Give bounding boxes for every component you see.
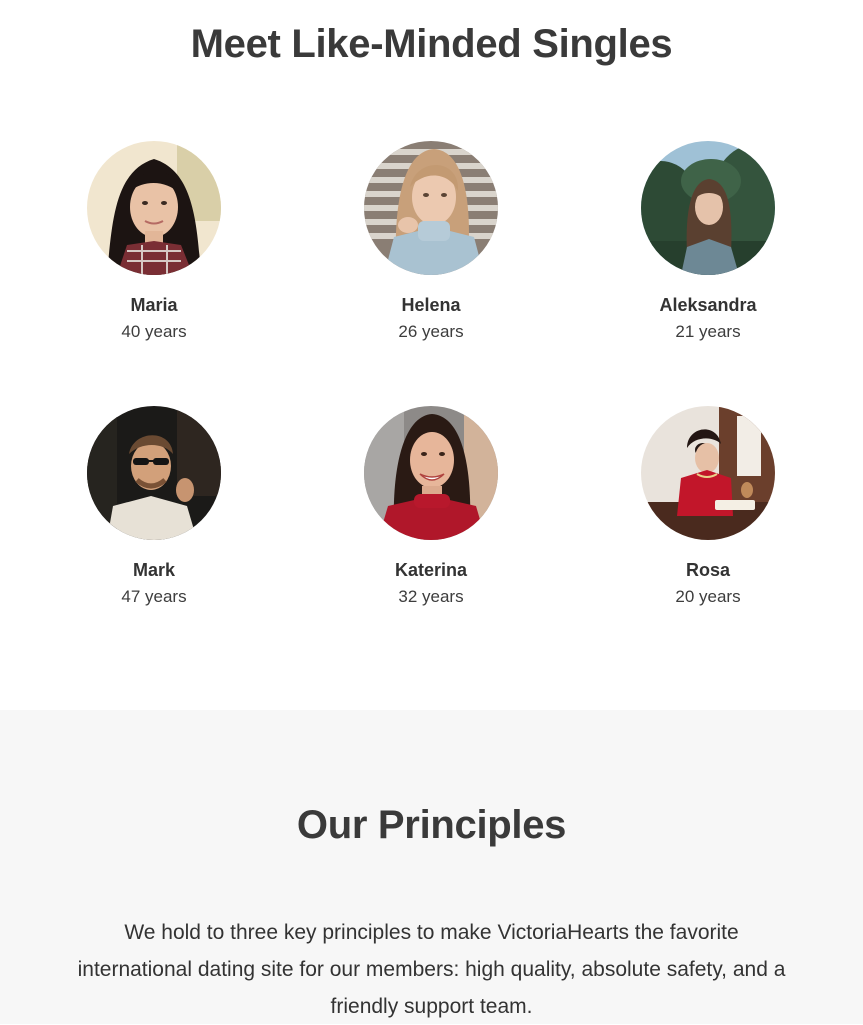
profile-card-maria[interactable]: Maria 40 years bbox=[54, 141, 254, 344]
profile-photo-aleksandra[interactable] bbox=[641, 141, 775, 275]
profile-name[interactable]: Rosa bbox=[608, 558, 808, 582]
profile-card-aleksandra[interactable]: Aleksandra 21 years bbox=[608, 141, 808, 344]
profile-age: 26 years bbox=[398, 322, 464, 341]
profile-age: 40 years bbox=[121, 322, 187, 341]
profile-age: 32 years bbox=[398, 587, 464, 606]
profile-age: 21 years bbox=[675, 322, 741, 341]
profile-name[interactable]: Katerina bbox=[331, 558, 531, 582]
profile-card-rosa[interactable]: Rosa 20 years bbox=[608, 406, 808, 609]
profile-photo-mark[interactable] bbox=[87, 406, 221, 540]
singles-section: Meet Like-Minded Singles Maria 40 years bbox=[0, 0, 863, 710]
profile-photo-helena[interactable] bbox=[364, 141, 498, 275]
profile-photo-maria[interactable] bbox=[87, 141, 221, 275]
profile-card-mark[interactable]: Mark 47 years bbox=[54, 406, 254, 609]
profile-name[interactable]: Helena bbox=[331, 293, 531, 317]
profile-age: 47 years bbox=[121, 587, 187, 606]
profile-photo-katerina[interactable] bbox=[364, 406, 498, 540]
profile-card-katerina[interactable]: Katerina 32 years bbox=[331, 406, 531, 609]
profile-name[interactable]: Mark bbox=[54, 558, 254, 582]
profile-name[interactable]: Aleksandra bbox=[608, 293, 808, 317]
profile-photo-rosa[interactable] bbox=[641, 406, 775, 540]
profile-age: 20 years bbox=[675, 587, 741, 606]
principles-description: We hold to three key principles to make … bbox=[77, 921, 786, 1018]
singles-title: Meet Like-Minded Singles bbox=[190, 22, 673, 66]
principles-title: Our Principles bbox=[296, 803, 567, 847]
profile-card-helena[interactable]: Helena 26 years bbox=[331, 141, 531, 344]
profile-name[interactable]: Maria bbox=[54, 293, 254, 317]
principles-section: Our Principles We hold to three key prin… bbox=[0, 710, 863, 1024]
